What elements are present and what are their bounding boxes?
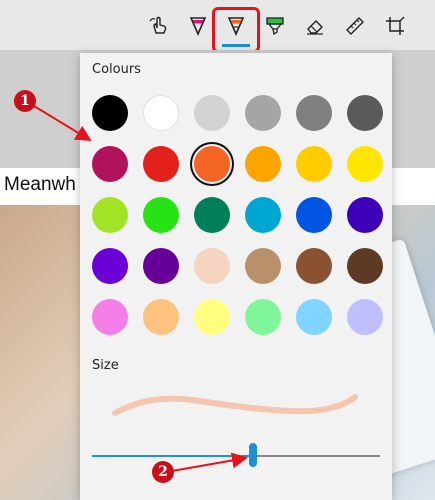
eraser-icon bbox=[307, 20, 323, 35]
size-heading: Size bbox=[92, 358, 119, 373]
colour-swatch[interactable] bbox=[347, 299, 383, 335]
colour-swatch[interactable] bbox=[92, 197, 128, 233]
colours-heading: Colours bbox=[92, 62, 141, 77]
colour-swatch[interactable] bbox=[143, 95, 179, 131]
size-slider-thumb[interactable] bbox=[249, 443, 258, 467]
ruler-icon bbox=[346, 17, 364, 35]
colour-swatch[interactable] bbox=[143, 299, 179, 335]
colour-swatch[interactable] bbox=[347, 95, 383, 131]
colour-swatch[interactable] bbox=[296, 197, 332, 233]
colour-swatch[interactable] bbox=[143, 248, 179, 284]
touch-writing-button[interactable] bbox=[140, 8, 176, 44]
colour-swatch[interactable] bbox=[347, 248, 383, 284]
colour-swatch[interactable] bbox=[245, 299, 281, 335]
crop-button[interactable] bbox=[377, 8, 413, 44]
ballpoint-pen-button[interactable] bbox=[180, 8, 216, 44]
colour-swatch[interactable] bbox=[194, 299, 230, 335]
colour-swatch[interactable] bbox=[296, 299, 332, 335]
colour-swatch[interactable] bbox=[245, 146, 281, 182]
pen-settings-panel: Colours Size bbox=[80, 53, 392, 500]
crop-icon bbox=[386, 16, 405, 35]
highlighter-icon bbox=[266, 17, 284, 36]
colour-swatch[interactable] bbox=[92, 248, 128, 284]
colour-swatch[interactable] bbox=[245, 197, 281, 233]
page-text: Meanwh bbox=[4, 174, 76, 195]
colour-swatch[interactable] bbox=[194, 95, 230, 131]
colour-swatch[interactable] bbox=[296, 95, 332, 131]
colour-swatch[interactable] bbox=[92, 95, 128, 131]
colour-swatch[interactable] bbox=[143, 146, 179, 182]
annotation-badge-1: 1 bbox=[14, 90, 36, 112]
highlighter-button[interactable] bbox=[257, 8, 293, 44]
annotation-badge-2: 2 bbox=[152, 461, 174, 483]
ruler-button[interactable] bbox=[337, 8, 373, 44]
colour-swatch[interactable] bbox=[245, 95, 281, 131]
colour-swatch[interactable] bbox=[92, 146, 128, 182]
colour-swatch[interactable] bbox=[194, 248, 230, 284]
colour-swatch[interactable] bbox=[347, 197, 383, 233]
active-tool-indicator bbox=[222, 44, 250, 47]
touch-writing-icon bbox=[149, 16, 167, 34]
colour-swatch[interactable] bbox=[194, 197, 230, 233]
colour-swatch[interactable] bbox=[296, 146, 332, 182]
size-slider-track-filled[interactable] bbox=[92, 455, 254, 457]
size-slider-track[interactable] bbox=[253, 455, 380, 457]
eraser-button[interactable] bbox=[297, 8, 333, 44]
colour-swatch[interactable] bbox=[143, 197, 179, 233]
ink-toolbar bbox=[0, 0, 435, 53]
colour-swatch[interactable] bbox=[296, 248, 332, 284]
ballpoint-pen-icon bbox=[189, 17, 207, 36]
colour-swatch[interactable] bbox=[245, 248, 281, 284]
stroke-preview bbox=[112, 394, 358, 416]
colour-swatch[interactable] bbox=[92, 299, 128, 335]
colour-swatch[interactable] bbox=[347, 146, 383, 182]
colour-swatch[interactable] bbox=[194, 146, 230, 182]
